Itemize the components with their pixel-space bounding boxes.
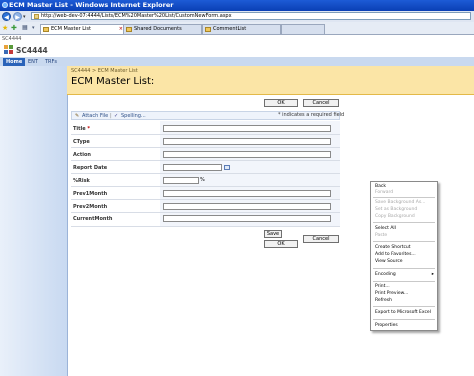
- field-label-prev2month: Prev2Month: [73, 204, 108, 210]
- menu-item-properties[interactable]: Properties: [375, 323, 398, 329]
- row-divider: [71, 212, 340, 213]
- menu-separator: [373, 281, 435, 282]
- attach-file-link[interactable]: Attach File: [82, 113, 108, 120]
- save-button[interactable]: Save: [264, 230, 282, 238]
- menu-item-print-preview[interactable]: Print Preview...: [375, 291, 408, 297]
- ok-button-bottom[interactable]: OK: [264, 240, 298, 248]
- add-favorite-icon[interactable]: ✚: [11, 24, 17, 32]
- menu-separator: [373, 268, 435, 269]
- forward-button[interactable]: ▶: [13, 12, 22, 21]
- menu-item-set-as-background: Set as Background: [375, 207, 418, 212]
- new-tab[interactable]: [281, 24, 325, 34]
- menu-item-select-all[interactable]: Select All: [375, 226, 396, 232]
- page-breadcrumb[interactable]: SC4444 > ECM Master List: [71, 68, 138, 74]
- row-divider: [71, 147, 340, 148]
- row-divider: [71, 226, 340, 227]
- nav-ent[interactable]: ENT: [25, 58, 41, 66]
- menu-separator: [373, 306, 435, 307]
- spelling-icon: ✓: [114, 113, 119, 119]
- menu-separator: [373, 241, 435, 242]
- cancel-button-top[interactable]: Cancel: [303, 99, 339, 107]
- menu-item-forward: Forward: [375, 190, 394, 195]
- menu-separator: [373, 197, 435, 198]
- quick-tabs-icon[interactable]: ▦: [22, 24, 28, 32]
- site-logo-icon: [4, 45, 13, 54]
- nav-home[interactable]: Home: [3, 58, 26, 66]
- calendar-icon[interactable]: [224, 165, 230, 170]
- tab-label: Shared Documents: [134, 26, 182, 32]
- row-divider: [71, 199, 340, 200]
- menu-separator: [373, 222, 435, 223]
- ctype-input[interactable]: [163, 138, 331, 145]
- left-navigation-panel: [0, 66, 68, 376]
- field-label-report-date: Report Date: [73, 165, 108, 171]
- risk-input[interactable]: [163, 177, 199, 184]
- prev1month-input[interactable]: [163, 190, 331, 197]
- favorites-star-icon[interactable]: ★: [2, 24, 8, 32]
- menu-item-paste: Paste: [375, 233, 388, 238]
- address-text: http://web-dev-07:4444/Lists/ECM%20Maste…: [41, 13, 232, 19]
- paperclip-icon: ✎: [75, 113, 80, 119]
- folder-icon: [205, 27, 211, 32]
- currentmonth-input[interactable]: [163, 215, 331, 222]
- menu-item-create-shortcut[interactable]: Create Shortcut: [375, 245, 411, 251]
- tab-list-chevron-icon[interactable]: ▾: [32, 24, 35, 32]
- menu-item-export-to-excel[interactable]: Export to Microsoft Excel: [375, 310, 431, 316]
- field-label-action: Action: [73, 152, 91, 158]
- row-divider: [71, 173, 340, 174]
- action-input[interactable]: [163, 151, 331, 158]
- tab-label: ECM Master List: [51, 26, 91, 32]
- ok-button-top[interactable]: OK: [264, 99, 298, 107]
- site-breadcrumb[interactable]: SC4444: [2, 36, 21, 42]
- address-input[interactable]: http://web-dev-07:4444/Lists/ECM%20Maste…: [31, 12, 471, 20]
- field-label-currentmonth: CurrentMonth: [73, 216, 113, 222]
- row-divider: [71, 134, 340, 135]
- folder-icon: [43, 27, 49, 32]
- menu-item-copy-background: Copy Background: [375, 214, 415, 219]
- menu-item-add-to-favorites[interactable]: Add to Favorites...: [375, 252, 416, 258]
- row-divider: [71, 160, 340, 161]
- report-date-input[interactable]: [163, 164, 222, 171]
- nav-trfs[interactable]: TRFs: [42, 58, 60, 66]
- window-title-bar: ECM Master List - Windows Internet Explo…: [0, 0, 474, 11]
- field-label-title: Title *: [73, 126, 90, 132]
- menu-item-refresh[interactable]: Refresh: [375, 298, 392, 304]
- field-label-prev1month: Prev1Month: [73, 191, 108, 197]
- title-input[interactable]: [163, 125, 331, 132]
- tab-ecm-master-list[interactable]: ECM Master List ×: [40, 24, 126, 34]
- prev2month-input[interactable]: [163, 203, 331, 210]
- page-icon: [34, 14, 39, 19]
- context-menu: Back Forward Save Background As... Set a…: [370, 181, 438, 331]
- toolbar-separator: |: [110, 113, 112, 119]
- menu-item-save-background-as: Save Background As...: [375, 200, 426, 205]
- tab-label: CommentList: [213, 26, 247, 32]
- row-divider: [71, 186, 340, 187]
- required-field-note: * indicates a required field: [278, 112, 345, 118]
- submenu-arrow-icon: ▸: [431, 272, 434, 277]
- window-title: ECM Master List - Windows Internet Explo…: [9, 1, 174, 9]
- field-label-ctype: CType: [73, 139, 90, 145]
- cancel-button-bottom[interactable]: Cancel: [303, 235, 339, 243]
- folder-icon: [126, 27, 132, 32]
- back-button[interactable]: ◀: [2, 12, 11, 21]
- menu-item-encoding[interactable]: Encoding: [375, 272, 396, 278]
- menu-item-print[interactable]: Print...: [375, 284, 390, 290]
- tab-commentlist[interactable]: CommentList: [202, 24, 281, 34]
- menu-item-view-source[interactable]: View Source: [375, 259, 403, 265]
- site-name[interactable]: SC4444: [16, 46, 48, 55]
- recent-pages-chevron-icon[interactable]: ▾: [23, 14, 26, 20]
- tab-bar: ★ ✚ ▦ ▾ ECM Master List × Shared Documen…: [0, 22, 474, 35]
- tab-shared-documents[interactable]: Shared Documents: [123, 24, 202, 34]
- menu-separator: [373, 319, 435, 320]
- spelling-link[interactable]: Spelling...: [121, 113, 146, 120]
- page-title: ECM Master List:: [71, 76, 155, 87]
- field-label-risk: %Risk: [73, 178, 90, 184]
- percent-suffix: %: [200, 177, 205, 183]
- internet-explorer-icon: [2, 2, 8, 8]
